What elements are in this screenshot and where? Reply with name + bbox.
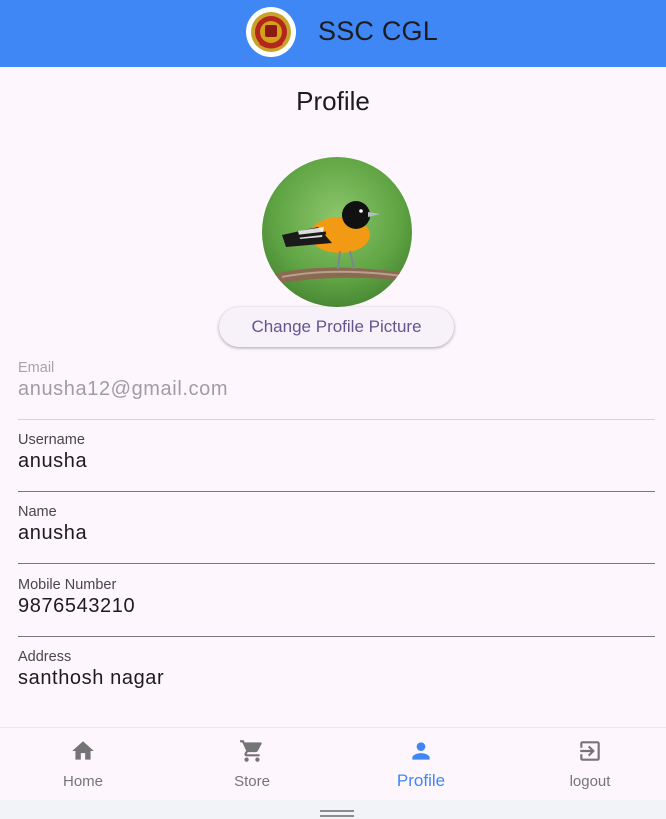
bottom-nav: Home Store Profile logout [0, 727, 666, 800]
username-input[interactable] [18, 450, 655, 473]
app-title: SSC CGL [318, 16, 438, 46]
profile-avatar[interactable] [262, 157, 412, 307]
nav-profile[interactable]: Profile [338, 728, 504, 801]
username-underline [18, 491, 655, 492]
gesture-handle-icon[interactable] [320, 810, 354, 817]
address-input[interactable] [18, 667, 655, 690]
change-profile-picture-button[interactable]: Change Profile Picture [219, 307, 454, 347]
address-field[interactable]: Address [18, 649, 655, 709]
email-input [18, 378, 655, 401]
mobile-number-underline [18, 636, 655, 637]
mobile-number-label: Mobile Number [18, 577, 117, 593]
nav-profile-label: Profile [396, 771, 446, 790]
address-label: Address [18, 649, 72, 665]
nav-store[interactable]: Store [169, 728, 335, 801]
email-field: Email [18, 360, 655, 420]
cart-icon [239, 738, 265, 764]
name-input[interactable] [18, 522, 655, 545]
person-icon [408, 738, 434, 764]
logout-icon [577, 738, 603, 764]
page-title: Profile [296, 86, 370, 116]
nav-store-label: Store [234, 773, 270, 790]
nav-logout[interactable]: logout [507, 728, 666, 801]
nav-logout-label: logout [569, 773, 611, 790]
email-label: Email [18, 360, 55, 376]
mobile-number-field[interactable]: Mobile Number [18, 577, 655, 637]
name-field[interactable]: Name [18, 504, 655, 564]
app-bar: SSC CGL [0, 0, 666, 67]
system-gesture-bar [0, 800, 666, 819]
nav-home-label: Home [62, 773, 103, 790]
username-label: Username [18, 432, 85, 448]
home-icon [70, 738, 96, 764]
ssc-emblem-icon [246, 7, 296, 57]
email-underline [18, 419, 655, 420]
mobile-number-input[interactable] [18, 595, 655, 618]
nav-home[interactable]: Home [0, 728, 166, 801]
name-underline [18, 563, 655, 564]
name-label: Name [18, 504, 57, 520]
username-field[interactable]: Username [18, 432, 655, 492]
